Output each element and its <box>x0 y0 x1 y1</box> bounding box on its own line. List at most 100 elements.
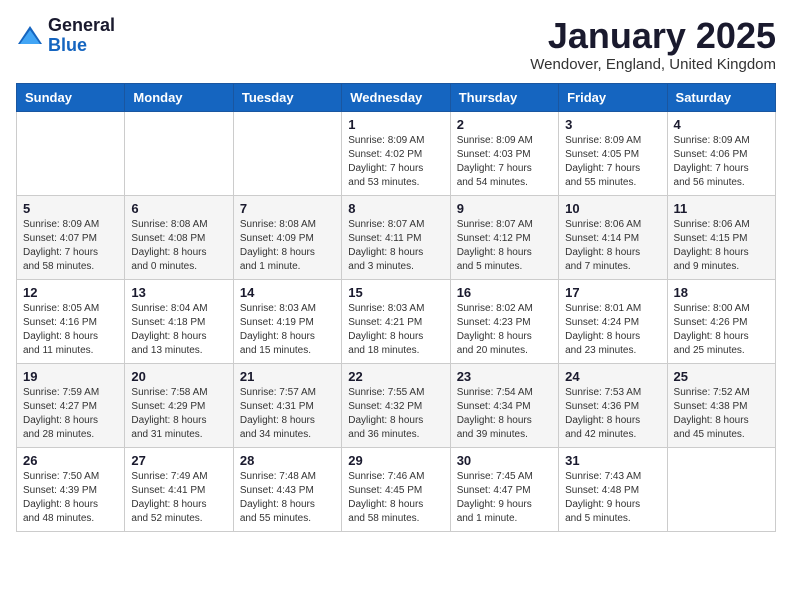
day-number: 21 <box>240 369 335 384</box>
day-info: Sunrise: 7:43 AM Sunset: 4:48 PM Dayligh… <box>565 470 660 526</box>
day-number: 16 <box>457 285 552 300</box>
day-info: Sunrise: 7:49 AM Sunset: 4:41 PM Dayligh… <box>131 470 226 526</box>
title-block: January 2025 Wendover, England, United K… <box>530 16 776 73</box>
day-info: Sunrise: 7:53 AM Sunset: 4:36 PM Dayligh… <box>565 386 660 442</box>
day-number: 26 <box>23 453 118 468</box>
day-info: Sunrise: 8:01 AM Sunset: 4:24 PM Dayligh… <box>565 302 660 358</box>
logo-text: General Blue <box>48 16 115 56</box>
day-number: 9 <box>457 201 552 216</box>
calendar-cell: 19Sunrise: 7:59 AM Sunset: 4:27 PM Dayli… <box>17 363 125 447</box>
day-number: 27 <box>131 453 226 468</box>
calendar-cell: 2 Sunrise: 8:09 AM Sunset: 4:03 PM Daylig… <box>450 111 558 195</box>
calendar-cell: 12 Sunrise: 8:05 AM Sunset: 4:16 PM Dayli… <box>17 279 125 363</box>
calendar-cell <box>667 447 775 531</box>
day-header-wednesday: Wednesday <box>342 83 450 111</box>
calendar-cell <box>17 111 125 195</box>
day-number: 15 <box>348 285 443 300</box>
day-number: 8 <box>348 201 443 216</box>
day-number: 4 <box>674 117 769 132</box>
day-number: 2 <box>457 117 552 132</box>
day-info: Sunrise: 8:08 AM Sunset: 4:08 PM Dayligh… <box>131 218 226 274</box>
day-info: Sunrise: 8:09 AM Sunset: 4:06 PM Dayligh… <box>674 134 769 190</box>
day-header-saturday: Saturday <box>667 83 775 111</box>
day-info: Sunrise: 8:07 AM Sunset: 4:12 PM Dayligh… <box>457 218 552 274</box>
calendar-week-row: 19Sunrise: 7:59 AM Sunset: 4:27 PM Dayli… <box>17 363 776 447</box>
calendar-cell: 5 Sunrise: 8:09 AM Sunset: 4:07 PM Daylig… <box>17 195 125 279</box>
day-info: Sunrise: 8:09 AM Sunset: 4:02 PM Dayligh… <box>348 134 443 190</box>
calendar-cell: 28 Sunrise: 7:48 AM Sunset: 4:43 PM Dayli… <box>233 447 341 531</box>
day-info: Sunrise: 8:09 AM Sunset: 4:05 PM Dayligh… <box>565 134 660 190</box>
day-info: Sunrise: 7:58 AM Sunset: 4:29 PM Dayligh… <box>131 386 226 442</box>
calendar-cell: 17 Sunrise: 8:01 AM Sunset: 4:24 PM Dayli… <box>559 279 667 363</box>
day-info: Sunrise: 7:50 AM Sunset: 4:39 PM Dayligh… <box>23 470 118 526</box>
day-number: 22 <box>348 369 443 384</box>
day-number: 28 <box>240 453 335 468</box>
day-number: 12 <box>23 285 118 300</box>
calendar-cell: 29Sunrise: 7:46 AM Sunset: 4:45 PM Dayli… <box>342 447 450 531</box>
day-info: Sunrise: 7:46 AM Sunset: 4:45 PM Dayligh… <box>348 470 443 526</box>
logo-blue: Blue <box>48 36 115 56</box>
day-number: 23 <box>457 369 552 384</box>
day-number: 3 <box>565 117 660 132</box>
calendar-cell: 7Sunrise: 8:08 AM Sunset: 4:09 PM Daylig… <box>233 195 341 279</box>
calendar-week-row: 5 Sunrise: 8:09 AM Sunset: 4:07 PM Daylig… <box>17 195 776 279</box>
day-number: 10 <box>565 201 660 216</box>
calendar-table: SundayMondayTuesdayWednesdayThursdayFrid… <box>16 83 776 532</box>
month-title: January 2025 <box>530 16 776 56</box>
calendar-cell: 4 Sunrise: 8:09 AM Sunset: 4:06 PM Daylig… <box>667 111 775 195</box>
day-info: Sunrise: 8:03 AM Sunset: 4:21 PM Dayligh… <box>348 302 443 358</box>
day-number: 31 <box>565 453 660 468</box>
calendar-cell: 26 Sunrise: 7:50 AM Sunset: 4:39 PM Dayli… <box>17 447 125 531</box>
day-header-monday: Monday <box>125 83 233 111</box>
day-info: Sunrise: 7:57 AM Sunset: 4:31 PM Dayligh… <box>240 386 335 442</box>
calendar-cell: 13 Sunrise: 8:04 AM Sunset: 4:18 PM Dayli… <box>125 279 233 363</box>
calendar-cell: 1 Sunrise: 8:09 AM Sunset: 4:02 PM Daylig… <box>342 111 450 195</box>
day-info: Sunrise: 8:03 AM Sunset: 4:19 PM Dayligh… <box>240 302 335 358</box>
calendar-week-row: 26 Sunrise: 7:50 AM Sunset: 4:39 PM Dayli… <box>17 447 776 531</box>
day-number: 17 <box>565 285 660 300</box>
logo-icon <box>16 22 44 50</box>
day-info: Sunrise: 7:54 AM Sunset: 4:34 PM Dayligh… <box>457 386 552 442</box>
day-number: 25 <box>674 369 769 384</box>
calendar-cell: 20 Sunrise: 7:58 AM Sunset: 4:29 PM Dayli… <box>125 363 233 447</box>
calendar-cell: 6Sunrise: 8:08 AM Sunset: 4:08 PM Daylig… <box>125 195 233 279</box>
day-info: Sunrise: 8:09 AM Sunset: 4:03 PM Dayligh… <box>457 134 552 190</box>
day-number: 18 <box>674 285 769 300</box>
calendar-cell <box>125 111 233 195</box>
day-number: 11 <box>674 201 769 216</box>
calendar-cell: 23 Sunrise: 7:54 AM Sunset: 4:34 PM Dayli… <box>450 363 558 447</box>
calendar-cell: 30Sunrise: 7:45 AM Sunset: 4:47 PM Dayli… <box>450 447 558 531</box>
calendar-week-row: 12 Sunrise: 8:05 AM Sunset: 4:16 PM Dayli… <box>17 279 776 363</box>
day-header-sunday: Sunday <box>17 83 125 111</box>
day-info: Sunrise: 7:45 AM Sunset: 4:47 PM Dayligh… <box>457 470 552 526</box>
day-info: Sunrise: 7:52 AM Sunset: 4:38 PM Dayligh… <box>674 386 769 442</box>
day-header-friday: Friday <box>559 83 667 111</box>
calendar-cell <box>233 111 341 195</box>
day-number: 24 <box>565 369 660 384</box>
day-info: Sunrise: 8:06 AM Sunset: 4:14 PM Dayligh… <box>565 218 660 274</box>
calendar-cell: 22 Sunrise: 7:55 AM Sunset: 4:32 PM Dayli… <box>342 363 450 447</box>
calendar-cell: 10 Sunrise: 8:06 AM Sunset: 4:14 PM Dayli… <box>559 195 667 279</box>
day-number: 13 <box>131 285 226 300</box>
day-header-thursday: Thursday <box>450 83 558 111</box>
day-info: Sunrise: 8:05 AM Sunset: 4:16 PM Dayligh… <box>23 302 118 358</box>
calendar-cell: 8 Sunrise: 8:07 AM Sunset: 4:11 PM Daylig… <box>342 195 450 279</box>
day-number: 5 <box>23 201 118 216</box>
calendar-week-row: 1 Sunrise: 8:09 AM Sunset: 4:02 PM Daylig… <box>17 111 776 195</box>
location: Wendover, England, United Kingdom <box>530 56 776 73</box>
day-info: Sunrise: 7:55 AM Sunset: 4:32 PM Dayligh… <box>348 386 443 442</box>
day-info: Sunrise: 8:07 AM Sunset: 4:11 PM Dayligh… <box>348 218 443 274</box>
calendar-cell: 14Sunrise: 8:03 AM Sunset: 4:19 PM Dayli… <box>233 279 341 363</box>
day-number: 1 <box>348 117 443 132</box>
day-info: Sunrise: 7:48 AM Sunset: 4:43 PM Dayligh… <box>240 470 335 526</box>
calendar-cell: 11Sunrise: 8:06 AM Sunset: 4:15 PM Dayli… <box>667 195 775 279</box>
day-info: Sunrise: 8:04 AM Sunset: 4:18 PM Dayligh… <box>131 302 226 358</box>
calendar-cell: 31 Sunrise: 7:43 AM Sunset: 4:48 PM Dayli… <box>559 447 667 531</box>
day-info: Sunrise: 8:09 AM Sunset: 4:07 PM Dayligh… <box>23 218 118 274</box>
calendar-cell: 18Sunrise: 8:00 AM Sunset: 4:26 PM Dayli… <box>667 279 775 363</box>
calendar-cell: 24 Sunrise: 7:53 AM Sunset: 4:36 PM Dayli… <box>559 363 667 447</box>
day-number: 20 <box>131 369 226 384</box>
day-number: 19 <box>23 369 118 384</box>
day-info: Sunrise: 8:08 AM Sunset: 4:09 PM Dayligh… <box>240 218 335 274</box>
calendar-cell: 16Sunrise: 8:02 AM Sunset: 4:23 PM Dayli… <box>450 279 558 363</box>
